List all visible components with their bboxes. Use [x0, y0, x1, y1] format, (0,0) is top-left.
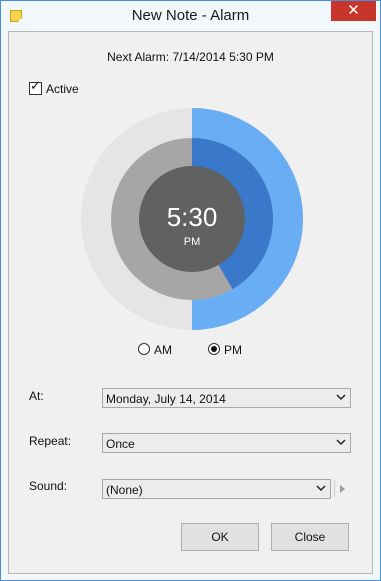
am-radio[interactable]: [138, 343, 150, 355]
chevron-down-icon: [316, 485, 326, 492]
dial-time-text: 5:30: [166, 202, 218, 232]
at-label: At:: [29, 389, 44, 403]
chevron-down-icon: [336, 394, 346, 401]
sound-label: Sound:: [29, 479, 68, 493]
active-label: Active: [46, 82, 79, 96]
sound-select[interactable]: (None): [102, 479, 331, 499]
am-label: AM: [154, 343, 172, 357]
ok-button[interactable]: OK: [181, 523, 259, 551]
close-button[interactable]: Close: [271, 523, 349, 551]
window-close-button[interactable]: ✕: [331, 1, 376, 21]
radio-selected-dot: [211, 346, 217, 352]
next-alarm-text: Next Alarm: 7/14/2014 5:30 PM: [107, 50, 274, 64]
checkmark-icon: ✓: [30, 79, 41, 94]
alarm-dialog-window: New Note - Alarm ✕ Next Alarm: 7/14/2014…: [0, 0, 381, 581]
repeat-label: Repeat:: [29, 434, 72, 448]
window-title: New Note - Alarm: [131, 7, 250, 24]
pm-radio[interactable]: [208, 343, 220, 355]
pm-label: PM: [224, 343, 242, 357]
dial-period-text: PM: [183, 236, 201, 248]
sound-value: (None): [106, 483, 143, 497]
alarm-dial[interactable]: 5:30 PM: [81, 108, 303, 330]
chevron-down-icon: [336, 439, 346, 446]
active-checkbox[interactable]: ✓: [29, 79, 42, 95]
at-date-value: Monday, July 14, 2014: [106, 392, 226, 406]
at-date-select[interactable]: Monday, July 14, 2014: [102, 388, 351, 408]
title-bar[interactable]: New Note - Alarm ✕: [1, 1, 380, 31]
play-icon[interactable]: [334, 479, 350, 499]
repeat-value: Once: [106, 437, 135, 451]
repeat-select[interactable]: Once: [102, 433, 351, 453]
dialog-body: Next Alarm: 7/14/2014 5:30 PM ✓ Active 5…: [8, 31, 373, 574]
